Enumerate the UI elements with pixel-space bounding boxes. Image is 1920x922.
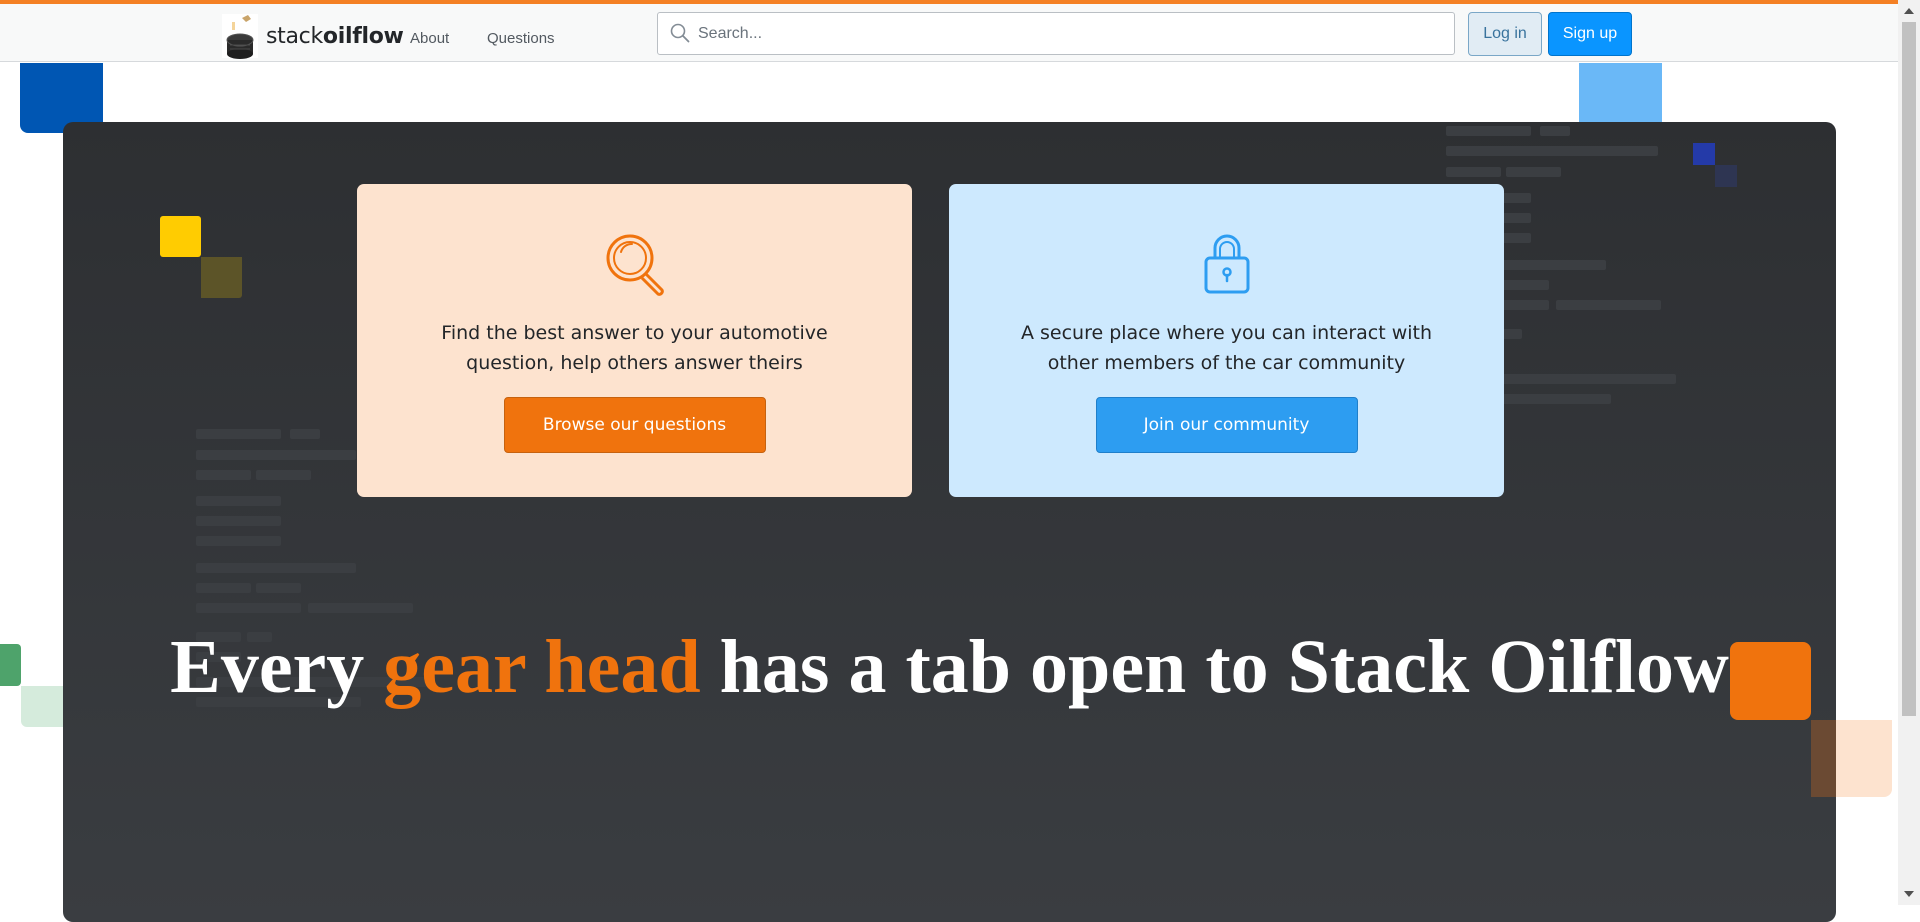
community-card: A secure place where you can interact wi… <box>949 184 1504 497</box>
scrollbar-thumb[interactable] <box>1902 22 1916 716</box>
logo[interactable]: stackoilflow <box>220 12 404 60</box>
decorative-light-blue-square <box>1579 63 1662 123</box>
code-line <box>256 583 301 593</box>
code-line <box>1446 167 1501 177</box>
code-line <box>196 603 301 613</box>
decorative-orange-square <box>1730 642 1811 720</box>
hero-headline: Every gear head has a tab open to Stack … <box>63 622 1836 712</box>
headline-end: has a tab open to Stack Oilflow <box>700 625 1729 709</box>
code-line <box>1446 146 1658 156</box>
code-line <box>196 429 281 439</box>
vertical-scrollbar[interactable] <box>1898 0 1920 905</box>
logo-text: stackoilflow <box>266 24 404 49</box>
nav-questions-link[interactable]: Questions <box>487 30 555 47</box>
code-line <box>1506 167 1561 177</box>
join-community-button[interactable]: Join our community <box>1095 397 1358 453</box>
decorative-navy-square <box>1693 143 1715 165</box>
community-text: A secure place where you can interact wi… <box>1020 322 1433 374</box>
code-line <box>196 536 281 546</box>
magnifier-icon <box>602 230 668 296</box>
code-line <box>256 470 311 480</box>
signup-button[interactable]: Sign up <box>1548 12 1632 56</box>
code-line <box>196 583 251 593</box>
code-line <box>1446 126 1531 136</box>
code-line <box>196 516 281 526</box>
logo-text-bold: oilflow <box>322 23 404 49</box>
headline-accent: gear head <box>383 625 701 709</box>
code-line <box>196 470 251 480</box>
login-button[interactable]: Log in <box>1468 12 1542 56</box>
code-line <box>290 429 320 439</box>
decorative-olive-square <box>201 257 242 298</box>
code-line <box>1556 300 1661 310</box>
code-line <box>308 603 413 613</box>
headline-start: Every <box>170 625 384 709</box>
decorative-yellow-square <box>160 216 201 257</box>
lock-icon <box>1194 230 1260 296</box>
code-line <box>196 450 356 460</box>
oil-can-icon <box>220 12 260 60</box>
scroll-down-arrow-icon[interactable] <box>1904 891 1914 897</box>
find-answers-card: Find the best answer to your automotive … <box>357 184 912 497</box>
decorative-peach-square-overlap <box>1811 720 1836 797</box>
code-line <box>196 563 356 573</box>
browse-questions-button[interactable]: Browse our questions <box>503 397 766 453</box>
search-icon <box>670 23 690 43</box>
code-line <box>196 496 281 506</box>
logo-text-light: stack <box>266 23 323 49</box>
decorative-dark-navy-square <box>1715 165 1737 187</box>
scroll-up-arrow-icon[interactable] <box>1904 8 1914 14</box>
code-line <box>1540 126 1570 136</box>
search-box <box>657 12 1455 55</box>
find-answers-text: Find the best answer to your automotive … <box>441 322 828 374</box>
decorative-pale-green-square <box>21 686 63 727</box>
top-navigation: stackoilflow About Questions Log in Sign… <box>0 4 1898 62</box>
decorative-green-square <box>0 644 21 686</box>
search-input[interactable] <box>698 13 1438 54</box>
nav-about-link[interactable]: About <box>410 30 449 47</box>
hero-section: Find the best answer to your automotive … <box>63 122 1836 922</box>
